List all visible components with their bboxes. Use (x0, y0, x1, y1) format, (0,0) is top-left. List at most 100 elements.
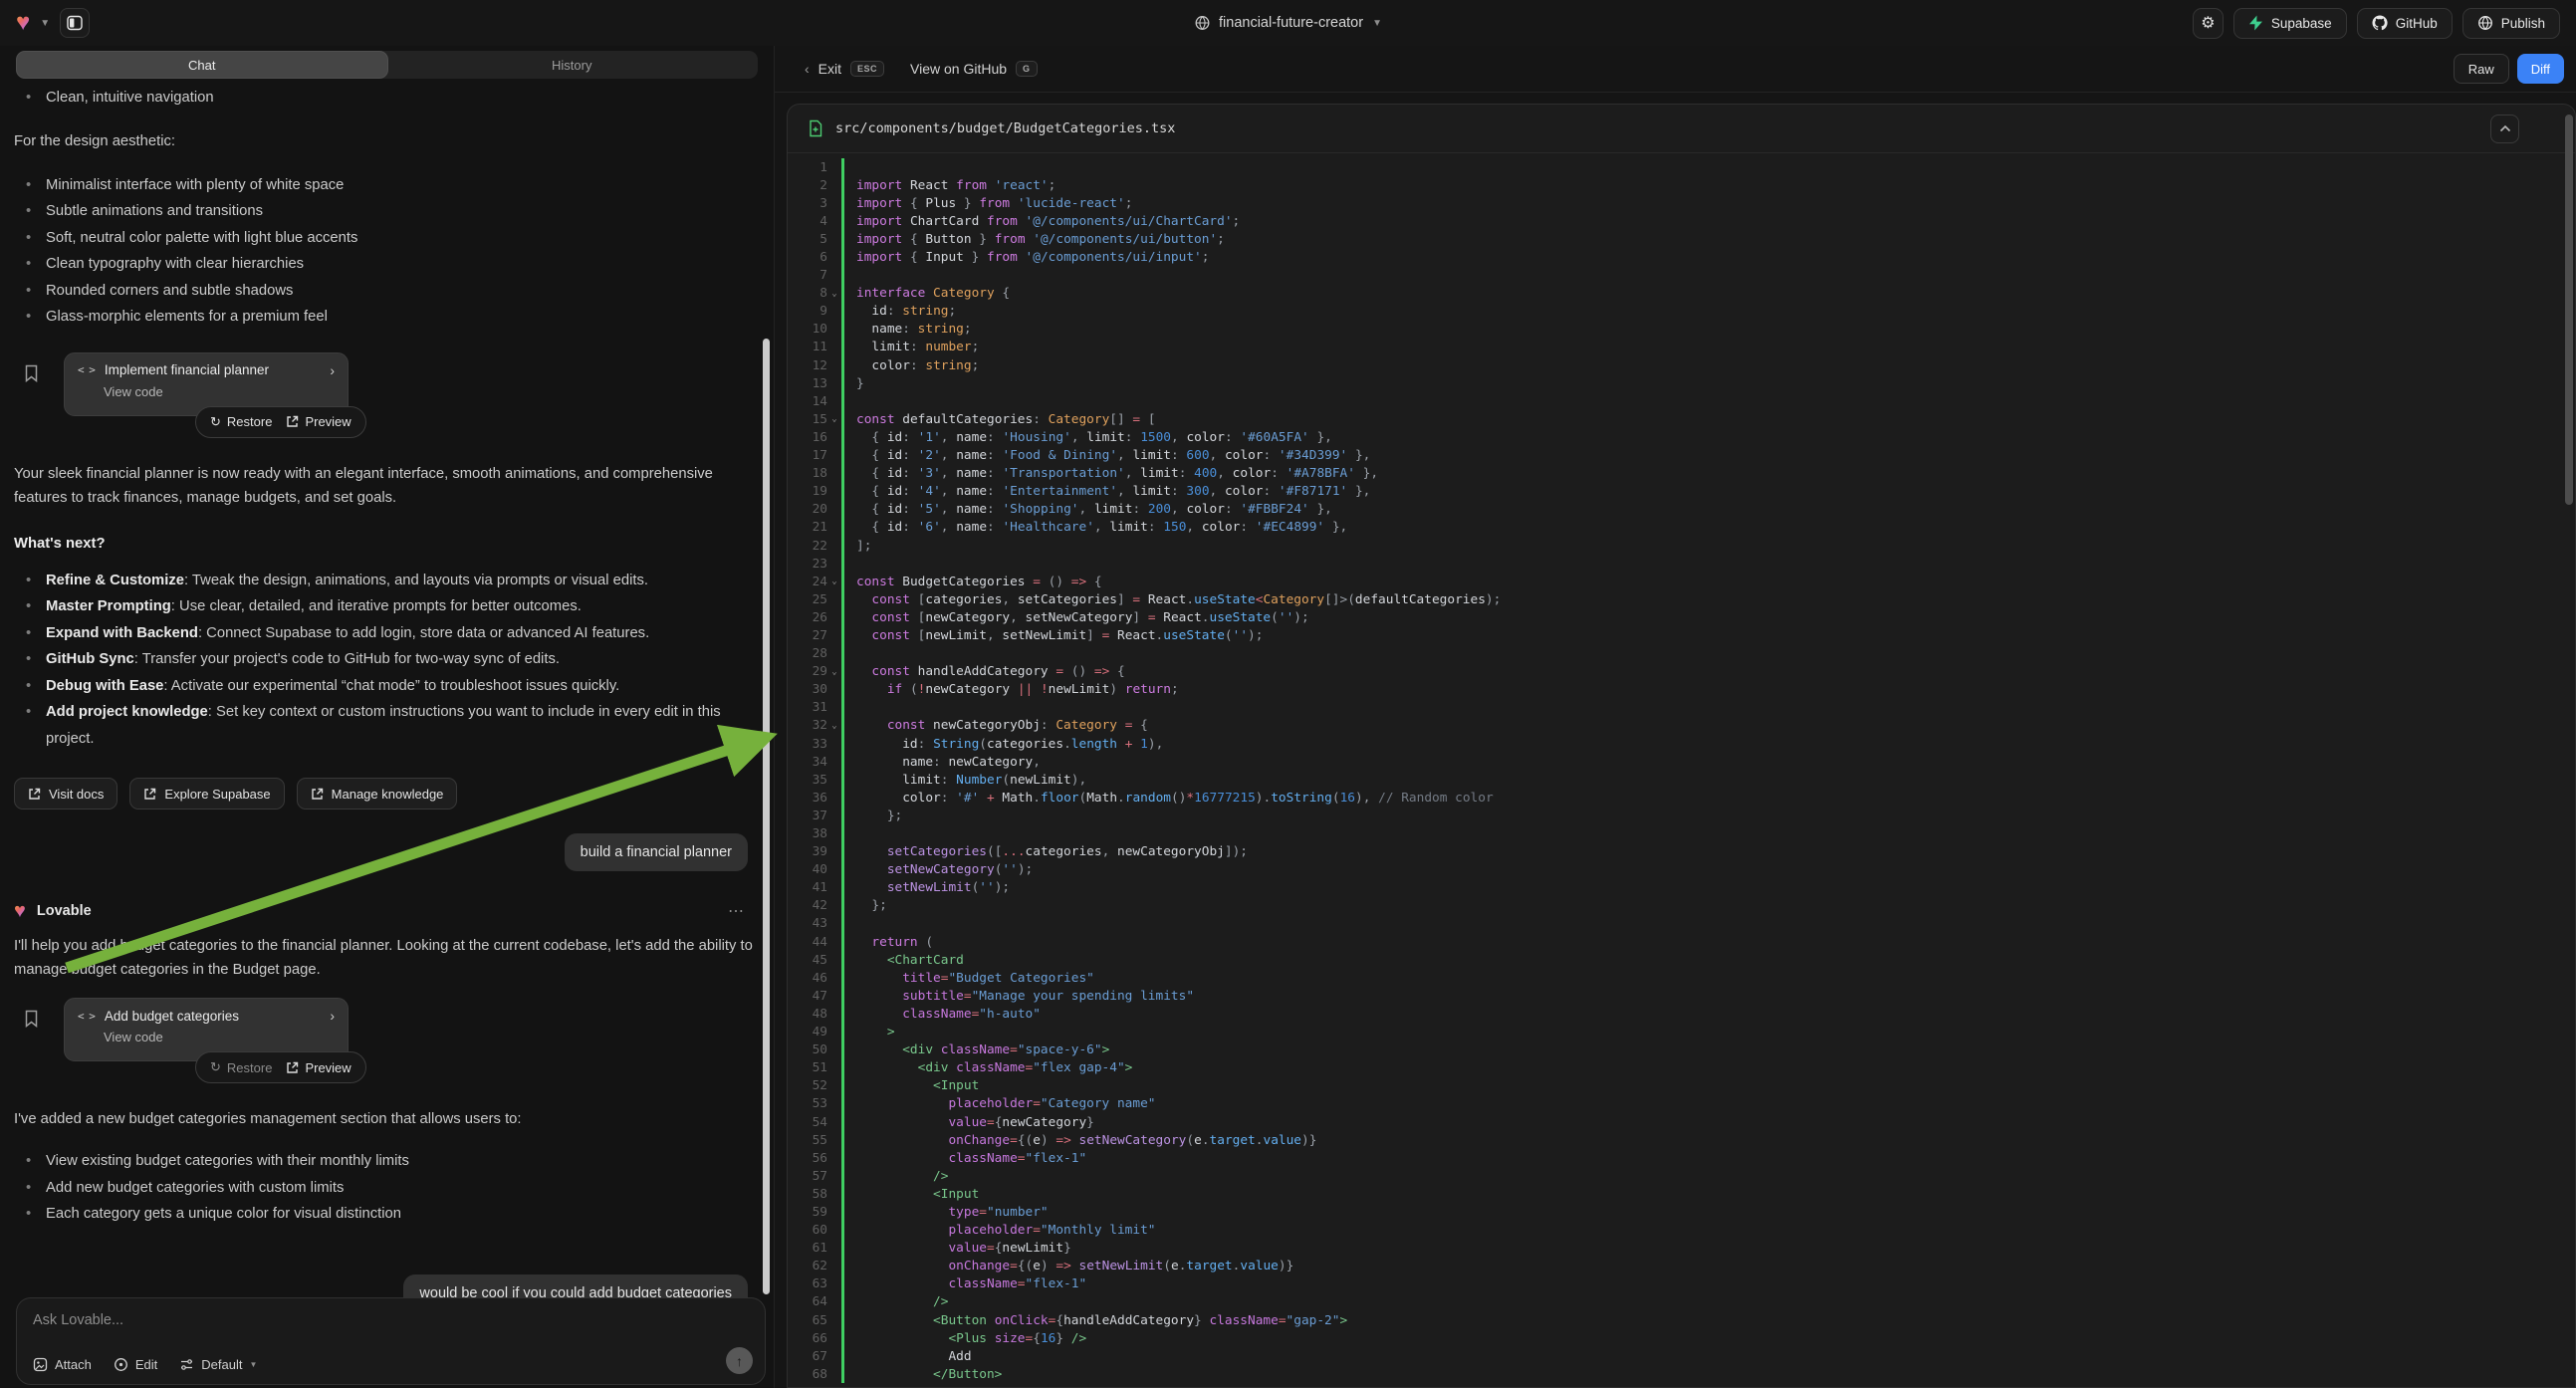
diff-toggle-button[interactable]: Diff (2517, 54, 2564, 84)
line-number: 3 (788, 196, 827, 211)
line-number: 65 (788, 1313, 827, 1328)
view-on-github-label: View on GitHub (910, 61, 1007, 77)
raw-toggle-button[interactable]: Raw (2454, 54, 2509, 84)
code-text: import { Button } from '@/components/ui/… (856, 232, 1225, 247)
list-item: Debug with Ease: Activate our experiment… (14, 673, 760, 700)
sidebar-toggle-button[interactable] (60, 8, 90, 38)
ellipsis-icon[interactable]: ⋯ (728, 901, 746, 921)
diff-added-marker (841, 1203, 844, 1221)
fold-chevron-icon[interactable]: ⌄ (827, 289, 841, 299)
view-code-link[interactable]: View code (104, 1030, 335, 1044)
preview-button[interactable]: Preview (286, 414, 351, 429)
chevron-down-icon: ▼ (249, 1360, 257, 1369)
bookmark-icon[interactable] (24, 1010, 39, 1028)
code-text: { id: '6', name: 'Healthcare', limit: 15… (856, 520, 1347, 535)
code-line: 17 { id: '2', name: 'Food & Dining', lim… (788, 447, 2575, 465)
attach-button[interactable]: Attach (33, 1357, 92, 1372)
globe-icon (1194, 15, 1210, 31)
edit-button[interactable]: Edit (114, 1357, 157, 1372)
code-text: import ChartCard from '@/components/ui/C… (856, 214, 1240, 229)
list-item: View existing budget categories with the… (14, 1148, 760, 1175)
version-card-title: Implement financial planner (105, 362, 269, 377)
chat-input-box[interactable]: Ask Lovable... Attach Edit Default ▼ ↑ (16, 1297, 766, 1385)
diff-added-marker (841, 447, 844, 465)
fold-chevron-icon[interactable]: ⌄ (827, 577, 841, 586)
design-heading: For the design aesthetic: (14, 129, 760, 153)
chat-input-placeholder: Ask Lovable... (33, 1312, 749, 1328)
diff-added-marker (841, 356, 844, 374)
project-menu[interactable]: financial-future-creator ▼ (1194, 0, 1382, 46)
diff-added-marker (841, 843, 844, 861)
diff-added-marker (841, 699, 844, 717)
collapse-file-button[interactable] (2490, 115, 2519, 143)
line-number: 68 (788, 1367, 827, 1382)
list-item: Minimalist interface with plenty of whit… (14, 172, 760, 199)
fold-chevron-icon[interactable]: ⌄ (827, 721, 841, 731)
code-line: 25 const [categories, setCategories] = R… (788, 590, 2575, 608)
code-text: { id: '5', name: 'Shopping', limit: 200,… (856, 502, 1332, 517)
code-editor[interactable]: 12import React from 'react';3import { Pl… (788, 153, 2575, 1387)
file-path-bar[interactable]: src/components/budget/BudgetCategories.t… (788, 105, 2575, 153)
code-line: 15⌄const defaultCategories: Category[] =… (788, 410, 2575, 428)
diff-added-marker (841, 1347, 844, 1365)
tab-history[interactable]: History (387, 52, 758, 78)
chevron-down-icon[interactable]: ▼ (40, 18, 50, 29)
quick-action-button[interactable]: Manage knowledge (297, 778, 458, 810)
code-text: onChange={(e) => setNewCategory(e.target… (856, 1133, 1316, 1148)
diff-added-marker (841, 501, 844, 519)
line-number: 61 (788, 1241, 827, 1256)
line-number: 38 (788, 826, 827, 841)
list-item: Subtle animations and transitions (14, 198, 760, 225)
view-on-github-button[interactable]: View on GitHub G (910, 61, 1038, 77)
diff-added-marker (841, 915, 844, 933)
code-text: name: string; (856, 322, 972, 337)
code-line: 18 { id: '3', name: 'Transportation', li… (788, 465, 2575, 483)
line-number: 35 (788, 773, 827, 788)
fold-chevron-icon[interactable]: ⌄ (827, 667, 841, 677)
code-brackets-icon: < > (78, 363, 95, 376)
restore-button[interactable]: ↻Restore (210, 414, 272, 430)
line-number: 67 (788, 1349, 827, 1364)
diff-added-marker (841, 717, 844, 735)
code-text: const [newLimit, setNewLimit] = React.us… (856, 628, 1263, 643)
fold-chevron-icon[interactable]: ⌄ (827, 414, 841, 424)
restore-button[interactable]: ↻Restore (210, 1059, 272, 1075)
mode-select[interactable]: Default ▼ (179, 1357, 257, 1372)
quick-action-button[interactable]: Explore Supabase (129, 778, 284, 810)
lovable-heart-logo[interactable]: ♥ (16, 11, 30, 35)
line-number: 30 (788, 682, 827, 697)
list-item: Rounded corners and subtle shadows (14, 278, 760, 305)
supabase-button[interactable]: Supabase (2233, 8, 2347, 39)
code-line: 62 onChange={(e) => setNewLimit(e.target… (788, 1258, 2575, 1275)
github-button[interactable]: GitHub (2357, 8, 2453, 39)
preview-button[interactable]: Preview (286, 1060, 351, 1075)
line-number: 66 (788, 1331, 827, 1346)
code-text: onChange={(e) => setNewLimit(e.target.va… (856, 1259, 1293, 1273)
line-number: 7 (788, 268, 827, 283)
supabase-bolt-icon (2248, 15, 2263, 31)
quick-action-icon (143, 788, 156, 801)
code-scrollbar[interactable] (2565, 115, 2573, 505)
bookmark-icon[interactable] (24, 364, 39, 382)
restore-preview-pill: ↻Restore Preview (195, 1051, 366, 1083)
code-line: 22]; (788, 537, 2575, 555)
chat-scrollbar[interactable] (763, 339, 770, 1294)
code-text: <ChartCard (856, 953, 964, 968)
code-line: 5import { Button } from '@/components/ui… (788, 230, 2575, 248)
tab-chat[interactable]: Chat (17, 52, 387, 78)
publish-button[interactable]: Publish (2462, 8, 2560, 39)
line-number: 39 (788, 844, 827, 859)
diff-added-marker (841, 555, 844, 573)
code-text: /> (856, 1169, 948, 1184)
settings-button[interactable]: ⚙ (2193, 8, 2224, 39)
quick-action-button[interactable]: Visit docs (14, 778, 117, 810)
quick-action-icon (28, 788, 41, 801)
exit-button[interactable]: ‹ Exit ESC (805, 61, 884, 77)
code-text: setCategories([...categories, newCategor… (856, 844, 1248, 859)
line-number: 58 (788, 1187, 827, 1202)
line-number: 26 (788, 610, 827, 625)
send-button[interactable]: ↑ (726, 1347, 753, 1374)
diff-added-marker (841, 1059, 844, 1077)
code-line: 4import ChartCard from '@/components/ui/… (788, 212, 2575, 230)
view-code-link[interactable]: View code (104, 384, 335, 399)
